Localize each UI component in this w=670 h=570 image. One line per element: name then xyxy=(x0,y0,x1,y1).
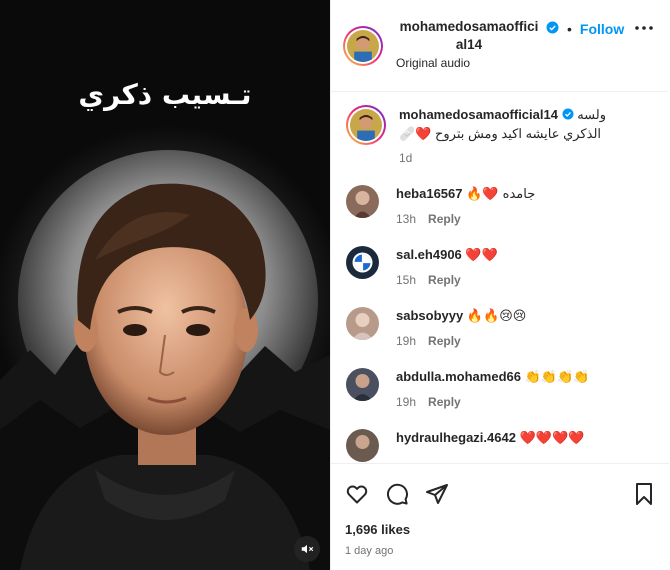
caption-username[interactable]: mohamedosamaofficial14 xyxy=(399,107,558,122)
comment-text: ❤️❤️❤️❤️ xyxy=(519,431,585,446)
likes-count[interactable]: 1,696 likes xyxy=(345,522,655,537)
mute-button[interactable] xyxy=(294,536,320,562)
post-header: mohamedosamaofficial14 • Follow Original… xyxy=(331,0,668,92)
reply-button[interactable]: Reply xyxy=(428,273,461,287)
comment-item: sal.eh4906 ❤️❤️ 15h Reply xyxy=(346,246,655,287)
post-actions: 1,696 likes 1 day ago xyxy=(331,463,669,570)
instagram-post: تـسيب ذكري mohamedosamaofficial14 • Foll… xyxy=(0,0,670,570)
commenter-avatar[interactable] xyxy=(346,185,379,218)
caption-text-line1: ولسه xyxy=(577,107,607,122)
original-audio-link[interactable]: Original audio xyxy=(396,56,654,70)
comment-time: 19h xyxy=(396,395,417,409)
caption-text-line2: الذكري عايشه اكيد ومش بتروح ❤️🩹 xyxy=(399,126,602,141)
comment-item: hydraulhegazi.4642 ❤️❤️❤️❤️ xyxy=(346,429,655,462)
commenter-avatar[interactable] xyxy=(346,429,379,462)
caption-time: 1d xyxy=(399,151,413,165)
reply-button[interactable]: Reply xyxy=(428,212,461,226)
follow-button[interactable]: Follow xyxy=(580,18,624,40)
comment-username[interactable]: hydraulhegazi.4642 xyxy=(396,430,516,445)
comment-time: 15h xyxy=(396,273,417,287)
image-overlay-title: تـسيب ذكري xyxy=(78,78,252,111)
caption-avatar[interactable] xyxy=(346,105,386,145)
reply-button[interactable]: Reply xyxy=(428,334,461,348)
comment-time: 19h xyxy=(396,334,417,348)
comment-text: 👏👏👏👏 xyxy=(524,370,590,385)
comment-username[interactable]: heba16567 xyxy=(396,186,463,201)
speaker-muted-icon xyxy=(301,544,314,554)
comment-item: sabsobyyy 🔥🔥😢😢 19h Reply xyxy=(346,307,655,348)
comment-username[interactable]: sabsobyyy xyxy=(396,308,463,323)
comment-username[interactable]: sal.eh4906 xyxy=(396,247,462,262)
post-caption: mohamedosamaofficial14 ولسه الذكري عايشه… xyxy=(346,105,655,165)
comment-text: ❤️❤️ xyxy=(465,248,498,263)
verified-badge-icon xyxy=(562,108,574,120)
separator-dot: • xyxy=(567,21,572,37)
reply-button[interactable]: Reply xyxy=(428,395,461,409)
post-side-panel: mohamedosamaofficial14 • Follow Original… xyxy=(330,0,669,570)
comment-item: abdulla.mohamed66 👏👏👏👏 19h Reply xyxy=(346,368,655,409)
comment-item: heba16567 جامده ❤️🔥 13h Reply xyxy=(346,185,655,226)
comment-username[interactable]: abdulla.mohamed66 xyxy=(396,369,521,384)
more-horizontal-icon[interactable] xyxy=(634,24,654,32)
commenter-avatar[interactable] xyxy=(346,307,379,340)
share-paper-plane-icon[interactable] xyxy=(425,482,449,506)
save-bookmark-icon[interactable] xyxy=(633,482,655,506)
author-avatar[interactable] xyxy=(343,26,383,66)
comment-time: 13h xyxy=(396,212,417,226)
post-media[interactable]: تـسيب ذكري xyxy=(0,0,330,570)
comment-text: 🔥🔥😢😢 xyxy=(466,309,527,324)
commenter-avatar[interactable] xyxy=(346,368,379,401)
verified-badge-icon xyxy=(546,21,559,34)
comment-text: جامده ❤️🔥 xyxy=(466,187,536,202)
author-username[interactable]: mohamedosamaofficial14 xyxy=(396,18,542,54)
like-heart-icon[interactable] xyxy=(345,482,369,506)
commenter-avatar[interactable] xyxy=(346,246,379,279)
comment-bubble-icon[interactable] xyxy=(385,482,409,506)
post-timestamp: 1 day ago xyxy=(345,545,394,557)
comments-list[interactable]: mohamedosamaofficial14 ولسه الذكري عايشه… xyxy=(331,93,669,463)
